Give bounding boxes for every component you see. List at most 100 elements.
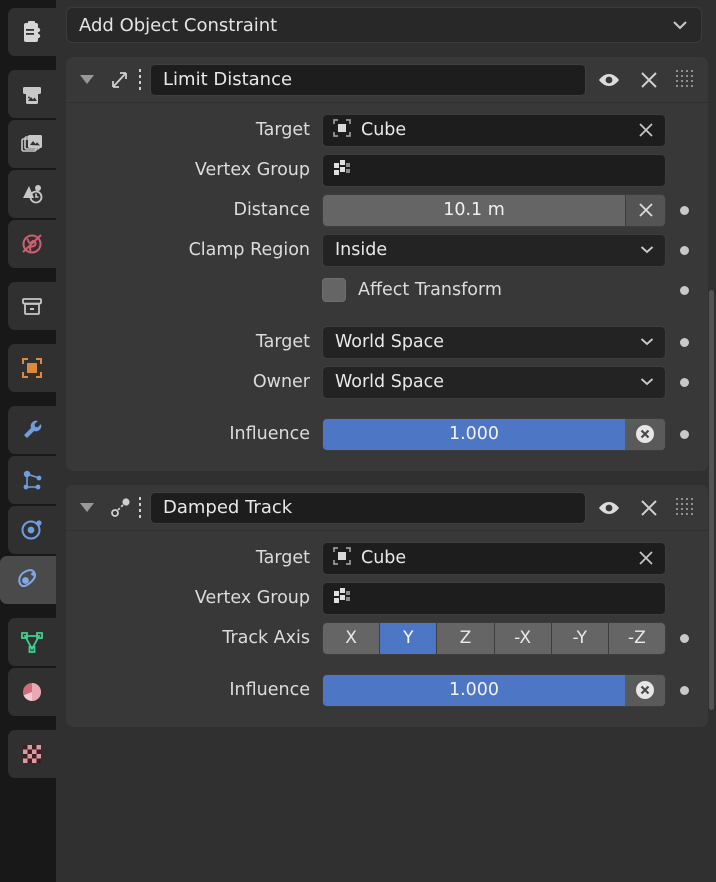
close-x-icon[interactable] xyxy=(632,63,666,97)
chevron-down-icon xyxy=(639,372,655,392)
animate-decorator-dot[interactable] xyxy=(666,377,702,387)
drag-dotted-separator xyxy=(139,68,141,91)
constraint-header[interactable]: Damped Track xyxy=(66,485,708,531)
animate-decorator-dot[interactable] xyxy=(666,245,702,255)
row-label: Clamp Region xyxy=(188,240,310,260)
target-object-value: Cube xyxy=(361,548,407,568)
expand-triangle-icon[interactable] xyxy=(80,503,94,512)
affect-transform-checkbox[interactable] xyxy=(322,278,346,302)
decorator-placeholder xyxy=(666,594,702,603)
animate-decorator-dot[interactable] xyxy=(666,633,702,643)
eye-icon[interactable] xyxy=(592,63,626,97)
reset-distance-icon[interactable] xyxy=(625,194,665,226)
field-row-vertex-group: Vertex Group xyxy=(66,153,708,187)
decorator-placeholder xyxy=(666,126,702,135)
track-axis-option-neg-z[interactable]: -Z xyxy=(608,622,665,654)
track-axis-option-x[interactable]: X xyxy=(323,622,381,654)
expand-triangle-icon[interactable] xyxy=(80,75,94,84)
target-space-value: World Space xyxy=(335,332,445,352)
influence-value[interactable]: 1.000 xyxy=(323,418,625,450)
reset-circle-x-icon[interactable] xyxy=(625,674,665,706)
reset-circle-x-icon[interactable] xyxy=(625,418,665,450)
row-label: Track Axis xyxy=(222,628,310,648)
sidebar-item-world[interactable] xyxy=(8,220,56,268)
track-axis-option-y[interactable]: Y xyxy=(380,622,438,654)
object-square-icon xyxy=(331,545,353,572)
vertical-scrollbar[interactable] xyxy=(709,290,714,710)
constraint-panel-limit-distance: Limit Distance Target Cube Vertex Group … xyxy=(66,57,708,471)
close-x-icon[interactable] xyxy=(632,491,666,525)
field-row-vertex-group: Vertex Group xyxy=(66,581,708,615)
constraint-header[interactable]: Limit Distance xyxy=(66,57,708,103)
vertex-group-icon xyxy=(331,585,353,612)
sidebar-item-modifiers[interactable] xyxy=(8,406,56,454)
sidebar-item-output[interactable] xyxy=(8,70,56,118)
constraint-panel-damped-track: Damped Track Target Cube Vertex Group Tr… xyxy=(66,485,708,727)
clear-target-icon[interactable] xyxy=(633,548,659,568)
animate-decorator-dot[interactable] xyxy=(666,337,702,347)
constraint-name-field[interactable]: Limit Distance xyxy=(150,63,586,96)
add-object-constraint-dropdown[interactable]: Add Object Constraint xyxy=(66,7,702,43)
animate-decorator-dot[interactable] xyxy=(666,285,702,295)
track-axis-option-neg-x[interactable]: -X xyxy=(494,622,552,654)
field-row-clamp-region: Clamp Region Inside xyxy=(66,233,708,267)
field-row-target-object: Target Cube xyxy=(66,541,708,575)
eye-icon[interactable] xyxy=(592,491,626,525)
sidebar-item-material[interactable] xyxy=(8,668,56,716)
add-constraint-row: Add Object Constraint xyxy=(56,7,716,43)
vertex-group-field[interactable] xyxy=(322,581,666,615)
row-label: Target xyxy=(255,120,310,140)
sidebar-item-object-data[interactable] xyxy=(8,618,56,666)
chevron-down-icon xyxy=(639,332,655,352)
animate-decorator-dot[interactable] xyxy=(666,429,702,439)
row-label: Vertex Group xyxy=(194,160,310,180)
clear-target-icon[interactable] xyxy=(633,120,659,140)
influence-slider[interactable]: 1.000 xyxy=(322,417,666,451)
influence-value[interactable]: 1.000 xyxy=(323,674,625,706)
distance-number-field[interactable]: 10.1 m xyxy=(322,193,666,227)
field-row-influence: Influence 1.000 xyxy=(66,417,708,451)
owner-space-dropdown[interactable]: World Space xyxy=(322,365,666,399)
drag-grip-icon[interactable] xyxy=(674,70,696,89)
vertex-group-icon xyxy=(331,157,353,184)
constraint-name-field[interactable]: Damped Track xyxy=(150,491,586,524)
owner-space-value: World Space xyxy=(335,372,445,392)
field-row-affect-transform: Affect Transform xyxy=(66,273,708,307)
chevron-down-icon xyxy=(639,240,655,260)
sidebar-item-collection[interactable] xyxy=(8,282,56,330)
row-label: Vertex Group xyxy=(194,588,310,608)
properties-tab-strip xyxy=(0,0,56,882)
sidebar-item-view-layer[interactable] xyxy=(8,120,56,168)
row-label: Influence xyxy=(229,680,310,700)
animate-decorator-dot[interactable] xyxy=(666,685,702,695)
influence-slider[interactable]: 1.000 xyxy=(322,673,666,707)
sidebar-item-scene[interactable] xyxy=(8,170,56,218)
drag-grip-icon[interactable] xyxy=(674,498,696,517)
target-object-value: Cube xyxy=(361,120,407,140)
track-axis-toggle-group[interactable]: X Y Z -X -Y -Z xyxy=(322,621,666,655)
row-label: Influence xyxy=(229,424,310,444)
animate-decorator-dot[interactable] xyxy=(666,205,702,215)
decorator-placeholder xyxy=(666,166,702,175)
distance-value[interactable]: 10.1 m xyxy=(323,194,625,226)
clamp-region-dropdown[interactable]: Inside xyxy=(322,233,666,267)
vertex-group-field[interactable] xyxy=(322,153,666,187)
sidebar-item-tool[interactable] xyxy=(8,8,56,56)
sidebar-item-texture[interactable] xyxy=(8,730,56,778)
sidebar-item-object-constraints[interactable] xyxy=(0,556,56,604)
sidebar-item-object[interactable] xyxy=(8,344,56,392)
target-object-field[interactable]: Cube xyxy=(322,541,666,575)
track-axis-option-neg-y[interactable]: -Y xyxy=(551,622,609,654)
field-row-track-axis: Track Axis X Y Z -X -Y -Z xyxy=(66,621,708,655)
sidebar-item-particles[interactable] xyxy=(8,456,56,504)
target-space-dropdown[interactable]: World Space xyxy=(322,325,666,359)
target-object-field[interactable]: Cube xyxy=(322,113,666,147)
clamp-region-value: Inside xyxy=(335,240,388,260)
track-axis-option-z[interactable]: Z xyxy=(437,622,495,654)
constraint-name-text: Damped Track xyxy=(163,497,293,518)
row-label: Target xyxy=(255,548,310,568)
field-row-distance: Distance 10.1 m xyxy=(66,193,708,227)
sidebar-item-physics[interactable] xyxy=(8,506,56,554)
decorator-placeholder xyxy=(666,554,702,563)
damped-track-icon xyxy=(106,496,134,520)
